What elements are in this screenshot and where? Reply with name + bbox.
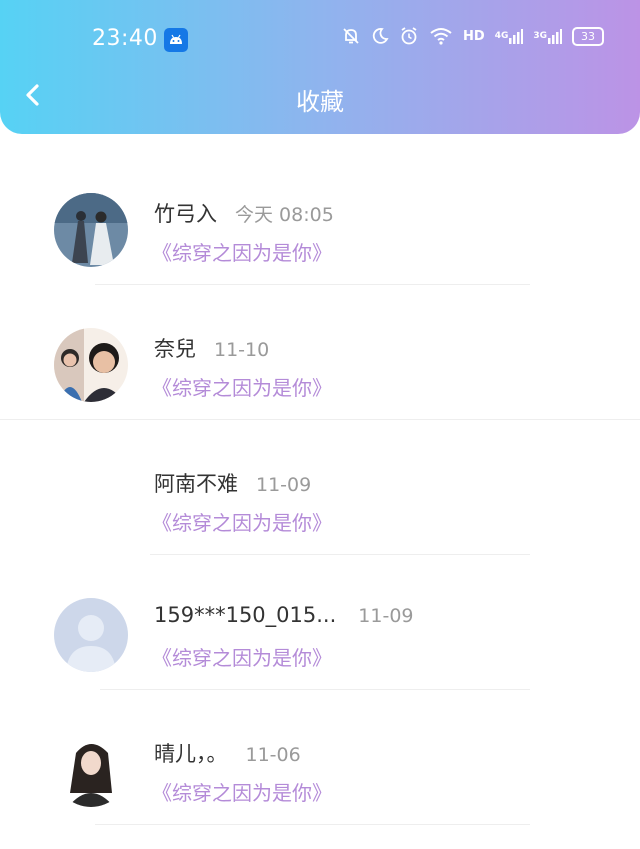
favorite-date: 11-09 [256,474,312,496]
signal-3g-label: 3G [533,31,547,41]
signal-3g-icon: 3G [533,28,562,44]
list-item[interactable]: 晴儿，。 11-06 《综穿之因为是你》 [0,690,640,825]
battery-icon: 33 [572,26,604,46]
book-title-link[interactable]: 《综穿之因为是你》 [152,372,332,401]
alarm-icon [399,26,419,46]
list-item[interactable]: 阿南不难 11-09 《综穿之因为是你》 [0,420,640,555]
status-time: 23:40 [92,26,158,51]
app-header: 23:40 HD 4G 3G 33 收藏 [0,0,640,134]
divider [95,824,530,825]
favorite-date: 11-06 [245,744,301,766]
list-item[interactable]: 159***150_015... 11-09 《综穿之因为是你》 [0,555,640,690]
moon-icon [371,27,389,45]
favorite-date: 11-09 [358,605,414,627]
user-name: 阿南不难 [154,472,238,496]
signal-4g-icon: 4G [495,28,524,44]
user-name: 159***150_015... [154,603,337,627]
book-title-link[interactable]: 《综穿之因为是你》 [152,507,332,536]
user-name: 竹弓入 [154,202,217,226]
list-item[interactable]: 奈兒 11-10 《综穿之因为是你》 [0,285,640,420]
android-notification-icon [164,28,188,52]
signal-4g-label: 4G [494,31,509,41]
favorite-date: 11-10 [214,339,270,361]
list-item[interactable]: 竹弓入 今天 08:05 《综穿之因为是你》 [0,150,640,285]
default-user-icon [54,598,128,672]
page-title: 收藏 [296,88,344,116]
favorites-list: 竹弓入 今天 08:05 《综穿之因为是你》 奈兒 11-10 《综穿之因为是你》 [0,150,640,825]
avatar[interactable] [54,733,128,807]
hd-label: HD [463,28,485,44]
avatar[interactable] [54,328,128,402]
favorite-date: 今天 08:05 [235,204,334,226]
mute-bell-icon [341,26,361,46]
avatar[interactable] [54,598,128,672]
user-name: 奈兒 [154,337,196,361]
book-title-link[interactable]: 《综穿之因为是你》 [152,777,332,806]
user-name: 晴儿，。 [154,742,228,766]
book-title-link[interactable]: 《综穿之因为是你》 [152,237,332,266]
avatar[interactable] [54,193,128,267]
wifi-icon [429,27,453,45]
battery-level: 33 [581,29,595,43]
status-bar: 23:40 HD 4G 3G 33 [0,0,640,80]
book-title-link[interactable]: 《综穿之因为是你》 [152,642,332,671]
